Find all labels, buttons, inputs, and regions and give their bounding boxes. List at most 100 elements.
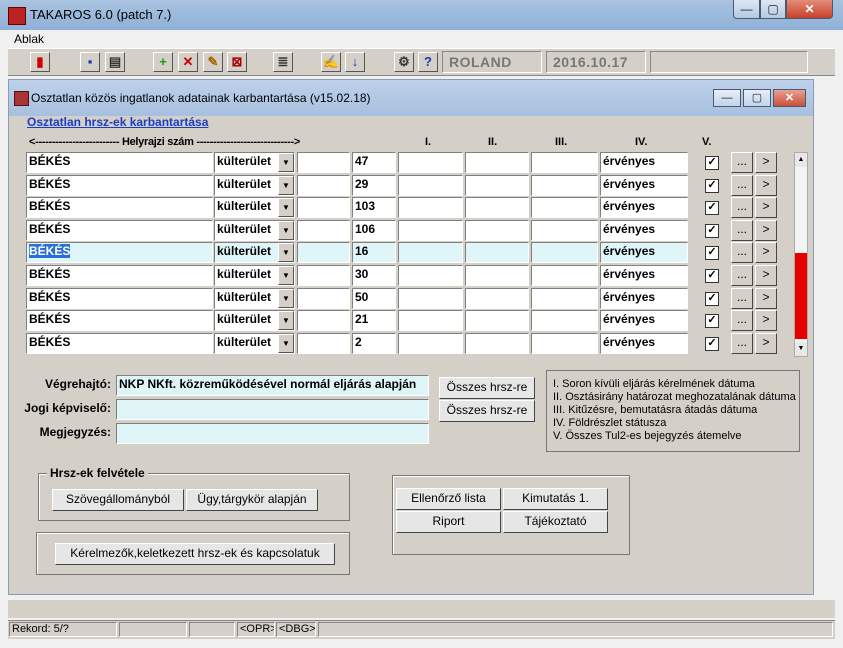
chevron-down-icon[interactable]: ▼ [278, 221, 294, 240]
checkbox-v[interactable]: ✓ [705, 246, 719, 260]
minimize-button[interactable]: — [733, 0, 760, 19]
database-icon[interactable]: ≣ [273, 52, 293, 72]
osszes-hrsz-button-2[interactable]: Összes hrsz-re [439, 400, 535, 422]
row-details-button[interactable]: ... [731, 265, 753, 286]
city-cell[interactable]: BÉKÉS [26, 265, 213, 286]
menu-ablak[interactable]: Ablak [14, 32, 44, 46]
parcel-number-cell[interactable]: 29 [352, 175, 396, 196]
row-details-button[interactable]: ... [731, 197, 753, 218]
parcel-number-cell[interactable]: 16 [352, 242, 396, 263]
row-details-button[interactable]: ... [731, 333, 753, 354]
cancel-edit-icon[interactable]: ⊠ [227, 52, 247, 72]
type-combo[interactable]: külterület ▼ [214, 175, 295, 196]
vertical-scrollbar[interactable]: ▲ ▼ [794, 152, 808, 357]
date-col-2-cell[interactable] [465, 288, 529, 309]
type-combo[interactable]: külterület ▼ [214, 197, 295, 218]
date-col-1-cell[interactable] [398, 152, 463, 173]
date-col-3-cell[interactable] [531, 197, 598, 218]
row-next-button[interactable]: > [755, 220, 777, 241]
type-combo[interactable]: külterület ▼ [214, 242, 295, 263]
date-col-2-cell[interactable] [465, 220, 529, 241]
scroll-up-icon[interactable]: ▲ [795, 153, 807, 167]
status-cell[interactable]: érvényes [600, 242, 688, 263]
subnumber-cell[interactable] [297, 175, 350, 196]
subtitle-link[interactable]: Osztatlan hrsz-ek karbantartása [27, 115, 208, 129]
type-combo[interactable]: külterület ▼ [214, 265, 295, 286]
checkbox-v[interactable]: ✓ [705, 224, 719, 238]
scroll-down-icon[interactable]: ▼ [795, 342, 807, 356]
add-icon[interactable]: + [153, 52, 173, 72]
city-cell[interactable]: BÉKÉS [26, 197, 213, 218]
row-next-button[interactable]: > [755, 197, 777, 218]
child-minimize-button[interactable]: — [713, 89, 741, 107]
ugy-targykor-button[interactable]: Ügy,tárgykör alapján [186, 489, 318, 511]
notes-icon[interactable]: ✍ [321, 52, 341, 72]
parcel-number-cell[interactable]: 103 [352, 197, 396, 218]
row-details-button[interactable]: ... [731, 310, 753, 331]
subnumber-cell[interactable] [297, 333, 350, 354]
parcel-number-cell[interactable]: 2 [352, 333, 396, 354]
city-cell[interactable]: BÉKÉS [26, 220, 213, 241]
chevron-down-icon[interactable]: ▼ [278, 266, 294, 285]
parcel-number-cell[interactable]: 106 [352, 220, 396, 241]
type-combo[interactable]: külterület ▼ [214, 152, 295, 173]
row-next-button[interactable]: > [755, 152, 777, 173]
ellenorzo-lista-button[interactable]: Ellenőrző lista [396, 488, 501, 510]
chevron-down-icon[interactable]: ▼ [278, 311, 294, 330]
status-cell[interactable]: érvényes [600, 310, 688, 331]
scroll-thumb[interactable] [795, 253, 807, 339]
status-cell[interactable]: érvényes [600, 220, 688, 241]
city-cell[interactable]: BÉKÉS [26, 242, 213, 263]
row-details-button[interactable]: ... [731, 152, 753, 173]
type-combo[interactable]: külterület ▼ [214, 220, 295, 241]
status-cell[interactable]: érvényes [600, 333, 688, 354]
date-col-2-cell[interactable] [465, 242, 529, 263]
checkbox-v[interactable]: ✓ [705, 292, 719, 306]
date-col-3-cell[interactable] [531, 242, 598, 263]
date-col-2-cell[interactable] [465, 152, 529, 173]
chevron-down-icon[interactable]: ▼ [278, 198, 294, 217]
checkbox-v[interactable]: ✓ [705, 201, 719, 215]
city-cell[interactable]: BÉKÉS [26, 333, 213, 354]
save-icon[interactable]: ▪ [80, 52, 100, 72]
row-details-button[interactable]: ... [731, 175, 753, 196]
type-combo[interactable]: külterület ▼ [214, 333, 295, 354]
status-cell[interactable]: érvényes [600, 152, 688, 173]
chevron-down-icon[interactable]: ▼ [278, 176, 294, 195]
date-col-1-cell[interactable] [398, 197, 463, 218]
date-col-1-cell[interactable] [398, 175, 463, 196]
city-cell[interactable]: BÉKÉS [26, 310, 213, 331]
type-combo[interactable]: külterület ▼ [214, 288, 295, 309]
city-cell[interactable]: BÉKÉS [26, 152, 213, 173]
download-arrow-icon[interactable]: ↓ [345, 52, 365, 72]
date-col-3-cell[interactable] [531, 220, 598, 241]
kerelmezok-button[interactable]: Kérelmezők,keletkezett hrsz-ek és kapcso… [55, 543, 335, 565]
vegrehajto-field[interactable]: NKP NKft. közreműködésével normál eljárá… [116, 375, 429, 396]
status-cell[interactable]: érvényes [600, 265, 688, 286]
type-combo[interactable]: külterület ▼ [214, 310, 295, 331]
parcel-number-cell[interactable]: 30 [352, 265, 396, 286]
row-next-button[interactable]: > [755, 333, 777, 354]
date-col-3-cell[interactable] [531, 333, 598, 354]
edit-pencil-icon[interactable]: ✎ [203, 52, 223, 72]
chevron-down-icon[interactable]: ▼ [278, 289, 294, 308]
szovegallomanybol-button[interactable]: Szövegállományból [52, 489, 184, 511]
parcel-number-cell[interactable]: 50 [352, 288, 396, 309]
row-next-button[interactable]: > [755, 242, 777, 263]
date-col-3-cell[interactable] [531, 310, 598, 331]
date-col-3-cell[interactable] [531, 175, 598, 196]
city-cell[interactable]: BÉKÉS [26, 288, 213, 309]
row-next-button[interactable]: > [755, 265, 777, 286]
chevron-down-icon[interactable]: ▼ [278, 153, 294, 172]
date-col-1-cell[interactable] [398, 265, 463, 286]
megjegyzes-field[interactable] [116, 423, 429, 444]
exit-door-icon[interactable]: ▮ [30, 52, 50, 72]
child-close-button[interactable]: ✕ [773, 89, 806, 107]
subnumber-cell[interactable] [297, 265, 350, 286]
date-col-2-cell[interactable] [465, 175, 529, 196]
parcel-number-cell[interactable]: 21 [352, 310, 396, 331]
chevron-down-icon[interactable]: ▼ [278, 243, 294, 262]
checkbox-v[interactable]: ✓ [705, 314, 719, 328]
checkbox-v[interactable]: ✓ [705, 337, 719, 351]
tajekoztato-button[interactable]: Tájékoztató [503, 511, 608, 533]
